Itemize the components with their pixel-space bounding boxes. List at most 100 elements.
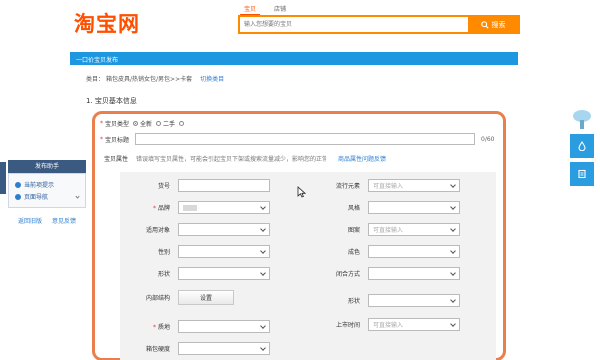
- section-title: 1. 宝贝基本信息: [86, 97, 137, 105]
- chevron-down-icon: [450, 225, 456, 232]
- radio-used[interactable]: 二手: [156, 119, 175, 128]
- bullet-icon: [15, 181, 21, 188]
- attr-label: 上市时间: [335, 322, 360, 329]
- helper-item-label: 当前项提示: [24, 182, 55, 189]
- material-select[interactable]: [178, 320, 270, 333]
- attr-inner-structure: 内部结构 设置: [138, 290, 234, 305]
- back-to-old-version-link[interactable]: 返回旧版: [18, 216, 42, 225]
- target-select[interactable]: [178, 223, 270, 236]
- attr-label: * 品牌: [152, 205, 170, 212]
- helper-links: 返回旧版 意见反馈: [8, 216, 86, 225]
- drop-button[interactable]: [570, 134, 594, 158]
- attr-shape: 形状: [138, 267, 270, 280]
- floating-toolbar: [570, 108, 594, 186]
- chevron-down-icon: [450, 320, 456, 327]
- feedback-link[interactable]: 意见反馈: [52, 216, 76, 225]
- document-button[interactable]: [570, 162, 594, 186]
- attr-label: 风格: [347, 205, 360, 212]
- radio-new[interactable]: 全新: [133, 119, 152, 128]
- item-title-input[interactable]: [135, 133, 476, 145]
- item-title-row: * 宝贝标题 0/60: [100, 133, 495, 145]
- breadcrumb-path: 箱包皮具/热销女包/男包>>卡套: [106, 76, 193, 83]
- attr-launch-time: 上市时间 可直接输入: [328, 318, 460, 331]
- chevron-down-icon: [450, 296, 456, 303]
- helper-item-label: 页面导航: [24, 194, 49, 201]
- closure-select[interactable]: [368, 267, 460, 280]
- set-inner-structure-button[interactable]: 设置: [178, 290, 234, 305]
- attr-label: * 质地: [152, 324, 170, 331]
- switch-category-link[interactable]: 切换类目: [200, 74, 224, 83]
- mouse-cursor-icon: [297, 186, 306, 198]
- attr-closure: 闭合方式: [328, 267, 460, 280]
- attr-hardness: 箱包硬度: [138, 342, 270, 355]
- attr-target: 适用对象: [138, 223, 270, 236]
- attr-label: 箱包硬度: [145, 346, 170, 353]
- attr-warning-note: 错误填写宝贝属性，可能会引起宝贝下架或搜索流量减少，影响您的正常销售，请认真准确…: [136, 156, 327, 163]
- pattern-select[interactable]: 可直接输入: [368, 223, 460, 236]
- attr-label: 内部结构: [145, 295, 170, 302]
- attr-shape-right: 形状: [328, 294, 460, 307]
- taobao-logo[interactable]: 淘宝网: [74, 8, 140, 38]
- chevron-down-icon: [260, 269, 266, 276]
- attr-brand: * 品牌: [138, 201, 270, 214]
- gender-select[interactable]: [178, 245, 270, 258]
- brand-select[interactable]: [178, 201, 270, 214]
- helper-body: 当前项提示 页面导航: [8, 173, 86, 208]
- attr-trend: 流行元素 可直接输入: [328, 179, 460, 192]
- attr-label: 成色: [347, 249, 360, 256]
- search-button-label: 搜索: [491, 20, 506, 29]
- attr-condition: 成色: [328, 245, 460, 258]
- chevron-down-icon: [260, 225, 266, 232]
- attr-style: 风格: [328, 201, 460, 214]
- search-tab-shop[interactable]: 店铺: [270, 3, 290, 15]
- item-attr-label: 宝贝属性: [104, 156, 129, 163]
- item-title-label: 宝贝标题: [105, 136, 130, 144]
- attr-label: 适用对象: [145, 227, 170, 234]
- chevron-down-icon: [450, 247, 456, 254]
- tree-mascot-icon[interactable]: [570, 108, 594, 130]
- chevron-down-icon: [260, 247, 266, 254]
- attr-header-row: 宝贝属性 错误填写宝贝属性，可能会引起宝贝下架或搜索流量减少，影响您的正常销售，…: [104, 154, 386, 163]
- launch-time-select[interactable]: 可直接输入: [368, 318, 460, 331]
- sku-input[interactable]: [178, 179, 270, 192]
- search-tab-item[interactable]: 宝贝: [240, 3, 261, 15]
- info-icon: [179, 121, 185, 126]
- shape-right-select[interactable]: [368, 294, 460, 307]
- publish-helper-panel: 发布助手 当前项提示 页面导航 返回旧版 意见反馈: [8, 160, 86, 225]
- chevron-down-icon: [450, 269, 456, 276]
- attr-feedback-link[interactable]: 商品属性问题反馈: [338, 154, 386, 163]
- title-char-counter: 0/60: [481, 135, 495, 143]
- document-icon: [578, 169, 586, 179]
- helper-item-current-tip[interactable]: 当前项提示: [15, 180, 79, 189]
- attr-sku: 货号: [138, 179, 270, 192]
- helper-item-page-nav[interactable]: 页面导航: [15, 192, 80, 201]
- radio-info-icon[interactable]: [179, 121, 185, 126]
- attr-label: 货号: [157, 183, 170, 190]
- style-select[interactable]: [368, 201, 460, 214]
- chevron-down-icon: [260, 203, 266, 210]
- page-banner: 一口价宝贝发布: [70, 52, 518, 65]
- attr-gender: 性别: [138, 245, 270, 258]
- attr-label: 流行元素: [335, 183, 360, 190]
- search-button[interactable]: 搜索: [468, 17, 518, 32]
- brand-value-redacted: [183, 204, 197, 211]
- breadcrumb-prefix: 类目：: [86, 76, 105, 83]
- chevron-down-icon: [75, 194, 80, 199]
- side-panel-edge: [0, 162, 6, 194]
- search-input[interactable]: [240, 17, 468, 32]
- required-mark: *: [100, 120, 103, 127]
- radio-dot-icon: [156, 121, 162, 126]
- attr-label: 闭合方式: [335, 271, 360, 278]
- search-icon: [480, 20, 489, 29]
- item-type-label: 宝贝类型: [105, 121, 130, 128]
- attr-label: 形状: [157, 271, 170, 278]
- shape-select[interactable]: [178, 267, 270, 280]
- condition-select[interactable]: [368, 245, 460, 258]
- trend-select[interactable]: 可直接输入: [368, 179, 460, 192]
- search-bar: 搜索: [238, 15, 520, 34]
- attr-label: 性别: [157, 249, 170, 256]
- item-type-row: * 宝贝类型 全新 二手: [100, 119, 185, 128]
- breadcrumb: 类目： 箱包皮具/热销女包/男包>>卡套 切换类目: [86, 74, 224, 83]
- chevron-down-icon: [450, 181, 456, 188]
- hardness-select[interactable]: [178, 342, 270, 355]
